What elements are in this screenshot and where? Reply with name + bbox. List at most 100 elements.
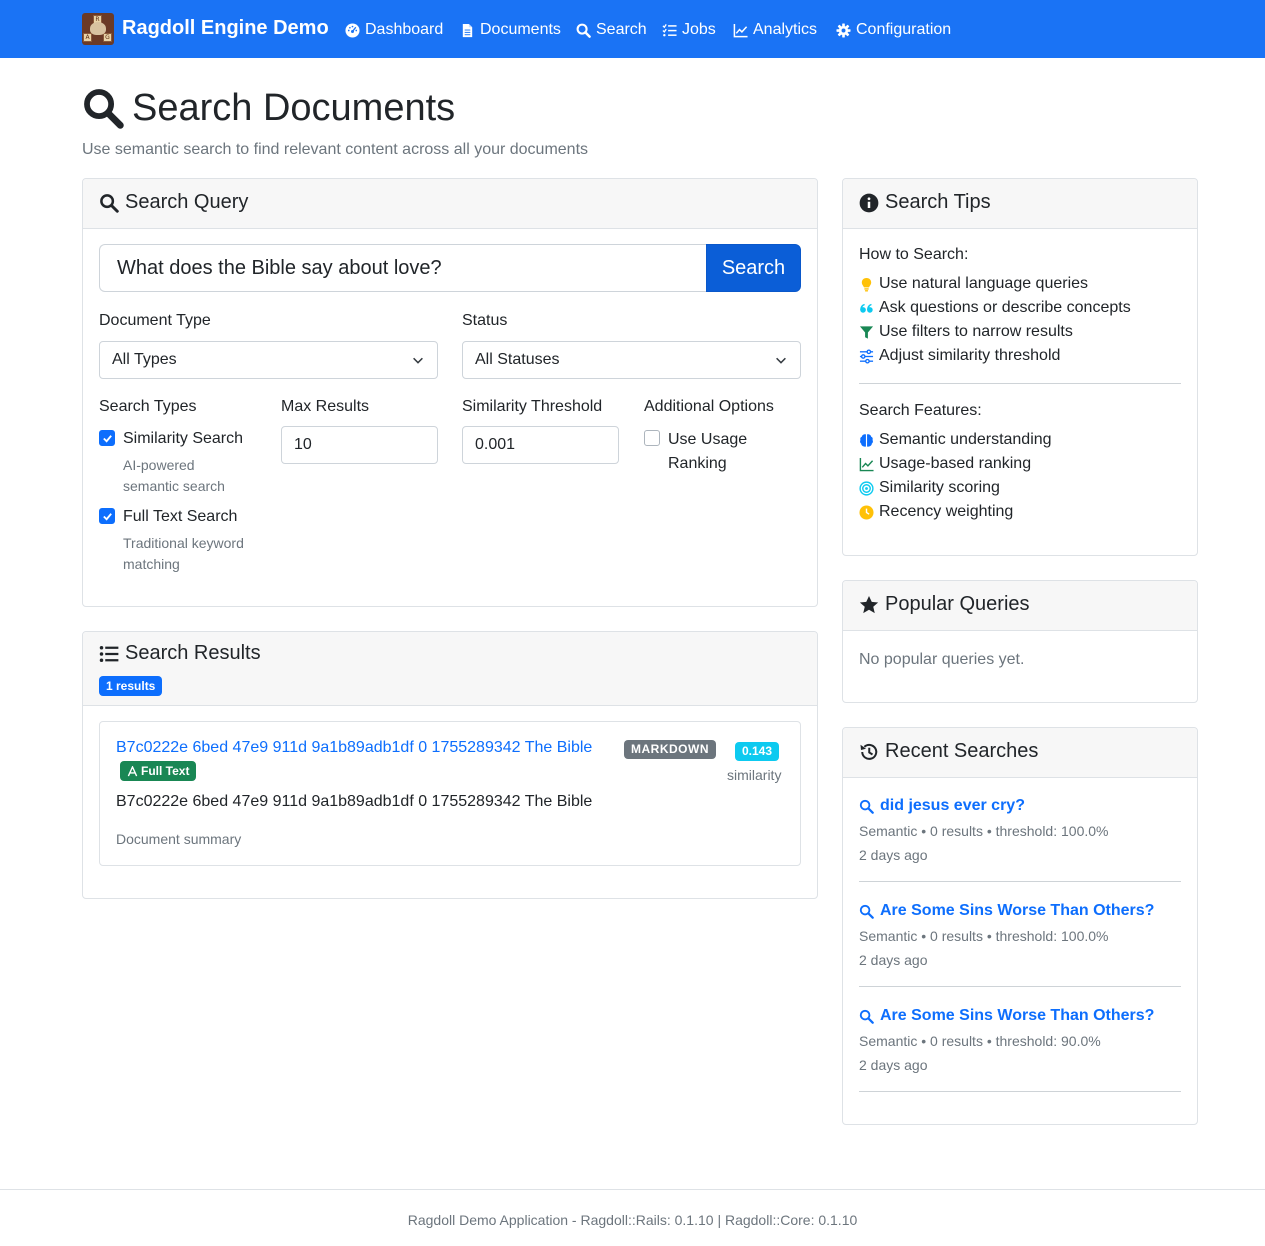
quote-icon <box>860 303 873 313</box>
recent-searches-title-text: Recent Searches <box>885 740 1039 762</box>
max-results-input[interactable] <box>281 426 438 464</box>
recent-search-meta: Semantic • 0 results • threshold: 100.0% <box>859 823 1109 839</box>
brand-name[interactable]: Ragdoll Engine Demo <box>122 17 329 40</box>
result-title-link[interactable]: B7c0222e 6bed 47e9 911d 9a1b89adb1df 0 1… <box>116 739 592 757</box>
nav-analytics-label: Analytics <box>753 21 818 38</box>
nav-search[interactable]: Search <box>576 19 647 41</box>
feature-text: Semantic understanding <box>879 431 1052 448</box>
nav-configuration-label: Configuration <box>856 21 952 38</box>
feature-text: Recency weighting <box>879 503 1014 520</box>
nav-configuration[interactable]: Configuration <box>836 19 951 41</box>
chart-line-icon <box>859 457 874 471</box>
recent-searches-card-header: Recent Searches <box>843 728 1197 778</box>
usage-ranking-checkbox[interactable] <box>644 430 660 446</box>
info-circle-icon <box>859 193 879 212</box>
search-input[interactable] <box>99 244 707 292</box>
similarity-search-help-line1: AI-powered <box>123 457 195 473</box>
similarity-search-checkbox[interactable] <box>99 430 115 446</box>
feature-text: Similarity scoring <box>879 479 1000 496</box>
full-text-search-checkbox[interactable] <box>99 508 115 524</box>
chart-line-icon <box>733 23 748 37</box>
document-type-select[interactable]: All Types <box>99 341 438 379</box>
search-icon <box>859 799 874 814</box>
search-button[interactable]: Search <box>706 244 801 292</box>
usage-ranking-label-line2: Ranking <box>668 455 727 472</box>
search-results-card-header: Search Results 1 results <box>83 632 817 706</box>
search-tips-title: Search Tips <box>859 191 991 214</box>
nav-jobs-label: Jobs <box>682 21 716 38</box>
lightbulb-icon <box>861 277 872 291</box>
tip-item: Ask questions or describe concepts <box>859 299 1131 317</box>
nav-jobs[interactable]: Jobs <box>662 19 716 41</box>
tip-item: Adjust similarity threshold <box>859 347 1060 365</box>
recent-search-query: Are Some Sins Worse Than Others? <box>880 1007 1155 1024</box>
search-types-label: Search Types <box>99 398 197 415</box>
sliders-icon <box>859 348 874 364</box>
search-icon <box>84 89 124 129</box>
recent-search-time: 2 days ago <box>859 847 928 863</box>
logo-tile-a: A <box>83 33 92 42</box>
max-results-label: Max Results <box>281 398 370 415</box>
chevron-down-icon <box>776 357 786 364</box>
divider <box>859 881 1181 882</box>
similarity-threshold-input[interactable] <box>462 426 619 464</box>
tip-text: Ask questions or describe concepts <box>879 299 1131 316</box>
footer-text: Ragdoll Demo Application - Ragdoll::Rail… <box>407 1212 858 1228</box>
recent-search-query: did jesus ever cry? <box>880 797 1025 814</box>
recent-search-link[interactable]: Are Some Sins Worse Than Others? <box>859 1007 1154 1025</box>
search-icon <box>576 23 591 38</box>
search-features-heading: Search Features: <box>859 402 982 419</box>
clock-icon <box>859 504 874 520</box>
recent-search-meta: Semantic • 0 results • threshold: 100.0% <box>859 928 1109 944</box>
recent-search-link[interactable]: Are Some Sins Worse Than Others? <box>859 902 1154 920</box>
recent-search-query: Are Some Sins Worse Than Others? <box>880 902 1155 919</box>
similarity-search-help-line2: semantic search <box>123 478 225 494</box>
brain-icon <box>860 433 873 447</box>
divider <box>859 986 1181 987</box>
gear-icon <box>836 22 851 38</box>
dashboard-icon <box>345 22 360 38</box>
funnel-icon <box>859 325 874 339</box>
history-icon <box>860 743 878 760</box>
check-icon <box>102 512 112 521</box>
full-text-search-help-line2: matching <box>123 556 180 572</box>
result-item: B7c0222e 6bed 47e9 911d 9a1b89adb1df 0 1… <box>99 721 801 866</box>
search-query-title-text: Search Query <box>125 191 249 213</box>
full-text-search-help-line1: Traditional keyword <box>123 535 244 551</box>
popular-queries-title: Popular Queries <box>859 593 1030 616</box>
logo-tile-g: G <box>103 33 112 42</box>
nav-documents-label: Documents <box>480 21 561 38</box>
popular-queries-empty-text: No popular queries yet. <box>859 651 1025 668</box>
usage-ranking-label-line1: Use Usage <box>668 431 748 448</box>
full-text-search-label[interactable]: Full Text Search <box>123 508 237 526</box>
font-icon <box>127 765 138 776</box>
nav-analytics[interactable]: Analytics <box>733 19 817 41</box>
status-value: All Statuses <box>475 351 560 368</box>
search-query-card: Search Query Search Document Type All Ty… <box>82 178 818 607</box>
document-type-badge: MARKDOWN <box>624 740 716 759</box>
chevron-down-icon <box>413 357 423 364</box>
popular-queries-card: Popular Queries No popular queries yet. <box>842 580 1198 703</box>
recent-search-link[interactable]: did jesus ever cry? <box>859 797 1025 815</box>
usage-ranking-label[interactable]: Use Usage Ranking <box>668 428 747 476</box>
status-select[interactable]: All Statuses <box>462 341 801 379</box>
similarity-search-label[interactable]: Similarity Search <box>123 430 243 448</box>
nav-dashboard[interactable]: Dashboard <box>345 19 443 41</box>
brand-logo[interactable]: R A G <box>82 13 114 45</box>
similarity-score-label: similarity <box>727 767 782 783</box>
nav-documents[interactable]: Documents <box>460 19 561 41</box>
additional-options-label: Additional Options <box>644 398 774 415</box>
tip-item: Use natural language queries <box>859 275 1088 293</box>
status-label: Status <box>462 312 508 329</box>
nav-search-label: Search <box>596 21 647 38</box>
tip-text: Use natural language queries <box>879 275 1089 292</box>
tip-item: Use filters to narrow results <box>859 323 1073 341</box>
tip-text: Use filters to narrow results <box>879 323 1073 340</box>
feature-item: Similarity scoring <box>859 479 1000 497</box>
search-results-card: Search Results 1 results B7c0222e 6bed 4… <box>82 631 818 899</box>
full-text-match-label: Full Text <box>141 764 190 778</box>
ragdoll-cat-figure <box>90 22 106 35</box>
nav-dashboard-label: Dashboard <box>365 21 444 38</box>
result-content: B7c0222e 6bed 47e9 911d 9a1b89adb1df 0 1… <box>116 793 593 810</box>
similarity-threshold-label: Similarity Threshold <box>462 398 603 415</box>
